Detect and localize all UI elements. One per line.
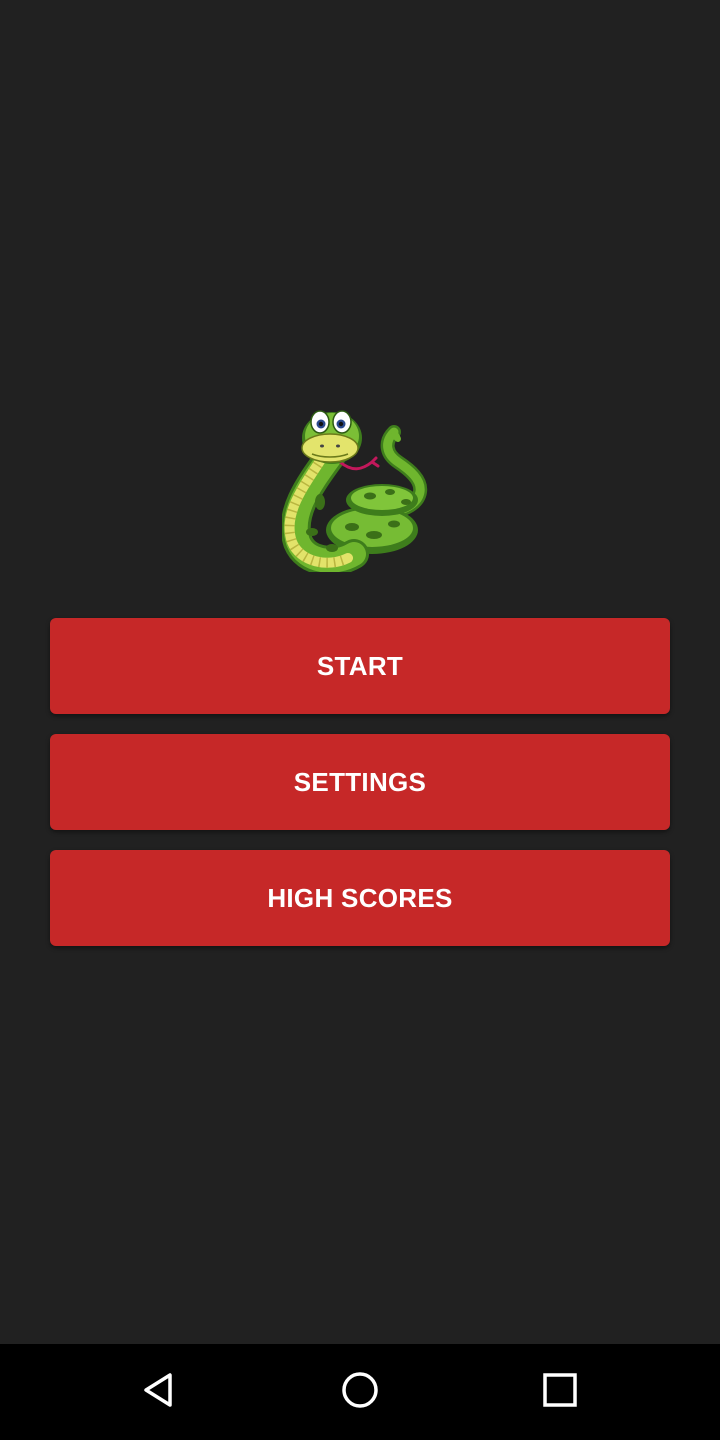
start-button[interactable]: START [50, 618, 670, 714]
game-menu-screen: START SETTINGS HIGH SCORES [0, 0, 720, 1440]
app-content: START SETTINGS HIGH SCORES [0, 0, 720, 1344]
recents-icon [540, 1370, 580, 1414]
home-icon [340, 1370, 380, 1414]
high-scores-button[interactable]: HIGH SCORES [50, 850, 670, 946]
system-navigation-bar [0, 1344, 720, 1440]
snake-logo-icon [280, 392, 432, 576]
home-button[interactable] [330, 1362, 390, 1422]
settings-button[interactable]: SETTINGS [50, 734, 670, 830]
back-icon [140, 1370, 180, 1414]
back-button[interactable] [130, 1362, 190, 1422]
recents-button[interactable] [530, 1362, 590, 1422]
